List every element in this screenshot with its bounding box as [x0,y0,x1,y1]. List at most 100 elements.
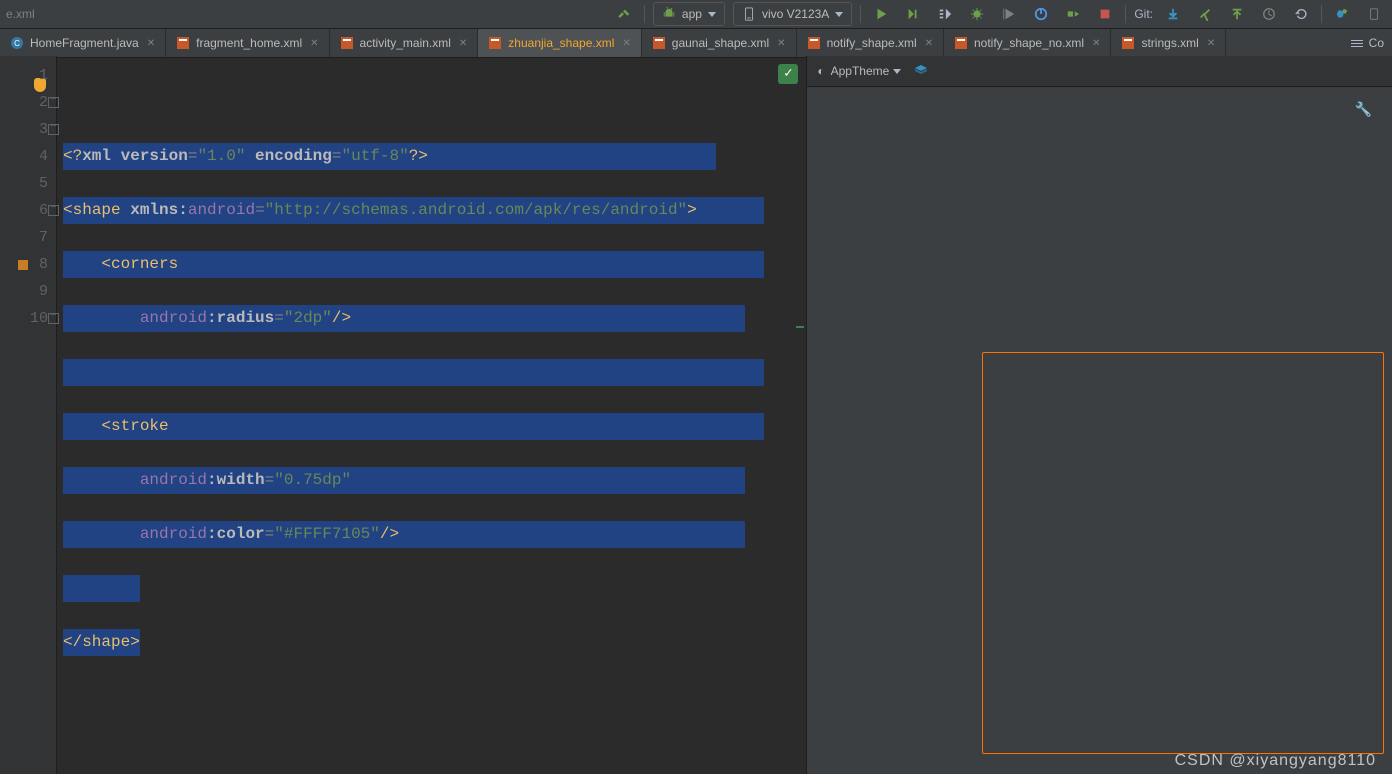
code-token: shape [82,633,130,651]
code-token: <? [63,147,82,165]
tab-notify-shape-xml[interactable]: notify_shape.xml ✕ [797,29,944,57]
editor-area: 1 2 3 4 5 6 7 8 9 10 ✓ <?xml version="1.… [0,56,806,774]
code-token: = [255,201,265,219]
code-token [63,309,140,327]
phone-icon [742,7,756,21]
java-class-icon: C [10,36,24,50]
line-number: 9 [0,278,56,305]
analysis-ok-icon[interactable]: ✓ [778,64,798,84]
git-commit-icon[interactable] [1193,2,1217,26]
sync-gradle-icon[interactable] [1330,2,1354,26]
wrench-icon[interactable]: 🔧 [1355,101,1372,118]
tab-strings-xml[interactable]: strings.xml ✕ [1111,29,1226,57]
tab-homefragment-java[interactable]: C HomeFragment.java ✕ [0,29,166,57]
run-config-selector[interactable]: app [653,2,725,26]
close-icon[interactable]: ✕ [1092,38,1100,49]
build-hammer-icon[interactable] [612,2,636,26]
layers-icon[interactable] [913,63,929,79]
stop-icon[interactable] [1093,2,1117,26]
git-label: Git: [1134,7,1153,21]
tab-activity-main-xml[interactable]: activity_main.xml ✕ [330,29,479,57]
main-toolbar: e.xml app vivo V2123A Git: [0,0,1392,29]
tab-gaunai-shape-xml[interactable]: gaunai_shape.xml ✕ [642,29,797,57]
git-push-icon[interactable] [1225,2,1249,26]
code-token: radius [217,309,275,327]
close-icon[interactable]: ✕ [622,38,630,49]
device-label: vivo V2123A [762,7,829,21]
warning-icon[interactable] [18,260,28,270]
code-token: width [217,471,265,489]
preview-canvas[interactable]: 🔧 [807,87,1392,774]
code-token: "2dp" [284,309,332,327]
xml-values-icon [1121,36,1135,50]
run-icon[interactable] [869,2,893,26]
breadcrumb[interactable]: e.xml [6,7,35,21]
git-rollback-icon[interactable] [1289,2,1313,26]
git-pull-icon[interactable] [1161,2,1185,26]
separator [1125,5,1126,23]
tab-zhuanjia-shape-xml[interactable]: zhuanjia_shape.xml ✕ [478,29,641,57]
separator [644,5,645,23]
code-token: : [207,309,217,327]
code-token: "#FFFF7105" [274,525,380,543]
code-token: = [188,147,198,165]
separator [860,5,861,23]
xml-layout-icon [176,36,190,50]
xml-drawable-icon [652,36,666,50]
apply-code-changes-icon[interactable] [933,2,957,26]
preview-area: ◐ AppTheme 🔧 [806,56,1392,774]
close-icon[interactable]: ✕ [147,38,155,49]
tab-label: notify_shape_no.xml [974,36,1084,50]
xml-layout-icon [340,36,354,50]
code-token: > [687,201,697,219]
list-icon[interactable] [1351,40,1363,47]
line-number: 6 [0,197,56,224]
gutter[interactable]: 1 2 3 4 5 6 7 8 9 10 [0,56,57,774]
code-token: corners [111,255,178,273]
code-token: = [274,309,284,327]
device-selector[interactable]: vivo V2123A [733,2,852,26]
code-token: encoding [245,147,331,165]
code-token: xml version [82,147,188,165]
code-token: < [63,201,73,219]
theme-icon[interactable]: ◐ [817,64,824,78]
code-token: xmlns: [121,201,188,219]
main-split: 1 2 3 4 5 6 7 8 9 10 ✓ <?xml version="1.… [0,56,1392,774]
apply-changes-icon[interactable] [901,2,925,26]
code-token: ?> [409,147,428,165]
code-editor[interactable]: ✓ <?xml version="1.0" encoding="utf-8"?>… [57,56,806,774]
tabs-right: Co [1343,29,1392,57]
coverage-icon[interactable] [997,2,1021,26]
close-icon[interactable]: ✕ [459,38,467,49]
view-mode-label[interactable]: Co [1369,36,1384,50]
tab-label: fragment_home.xml [196,36,302,50]
svg-text:C: C [14,39,20,48]
code-token: android [140,309,207,327]
close-icon[interactable]: ✕ [777,38,785,49]
code-token: color [217,525,265,543]
xml-drawable-icon [954,36,968,50]
close-icon[interactable]: ✕ [1207,38,1215,49]
tab-notify-shape-no-xml[interactable]: notify_shape_no.xml ✕ [944,29,1111,57]
close-icon[interactable]: ✕ [310,38,318,49]
git-history-icon[interactable] [1257,2,1281,26]
tab-label: HomeFragment.java [30,36,139,50]
code-token: < [63,255,111,273]
line-number: 1 [0,62,56,89]
theme-selector[interactable]: AppTheme [831,64,901,78]
code-token [63,471,140,489]
code-token: stroke [111,417,169,435]
code-token [63,525,140,543]
close-icon[interactable]: ✕ [925,38,933,49]
code-token: shape [73,201,121,219]
attach-debugger-icon[interactable] [1061,2,1085,26]
profiler-icon[interactable] [1029,2,1053,26]
line-number: 10 [0,305,56,332]
avd-manager-icon[interactable] [1362,2,1386,26]
debug-icon[interactable] [965,2,989,26]
preview-toolbar: ◐ AppTheme [807,56,1392,87]
code-token: </ [63,633,82,651]
tab-fragment-home-xml[interactable]: fragment_home.xml ✕ [166,29,329,57]
inspection-stripe[interactable] [796,326,804,328]
code-token: "1.0" [197,147,245,165]
